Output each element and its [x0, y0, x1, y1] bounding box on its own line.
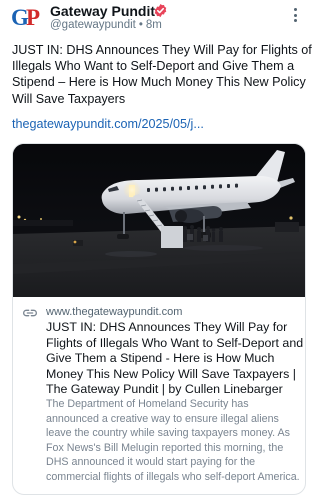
post-link[interactable]: thegatewaypundit.com/2025/05/j...: [12, 117, 204, 131]
card-image[interactable]: [13, 144, 305, 297]
post-text: JUST IN: DHS Announces They Will Pay for…: [12, 43, 312, 106]
separator: •: [138, 19, 143, 31]
airplane-photo: [13, 144, 305, 297]
card-domain[interactable]: www.thegatewaypundit.com: [46, 306, 182, 318]
link-preview-card[interactable]: www.thegatewaypundit.com JUST IN: DHS An…: [12, 143, 306, 495]
verified-badge-icon: [154, 3, 167, 18]
post-time[interactable]: 8m: [146, 19, 162, 31]
card-title[interactable]: JUST IN: DHS Announces They Will Pay for…: [46, 320, 304, 398]
avatar[interactable]: GP: [11, 4, 41, 34]
author-handle-line: @gatewaypundit • 8m: [50, 19, 162, 31]
more-vertical-icon[interactable]: [290, 8, 300, 26]
post: GP Gateway Pundit @gatewaypundit • 8m JUST…: [0, 0, 318, 500]
link-icon: [23, 309, 37, 317]
card-description: The Department of Homeland Security has …: [46, 398, 300, 483]
author-handle[interactable]: @gatewaypundit: [50, 19, 136, 31]
author-name[interactable]: Gateway Pundit: [50, 3, 155, 19]
